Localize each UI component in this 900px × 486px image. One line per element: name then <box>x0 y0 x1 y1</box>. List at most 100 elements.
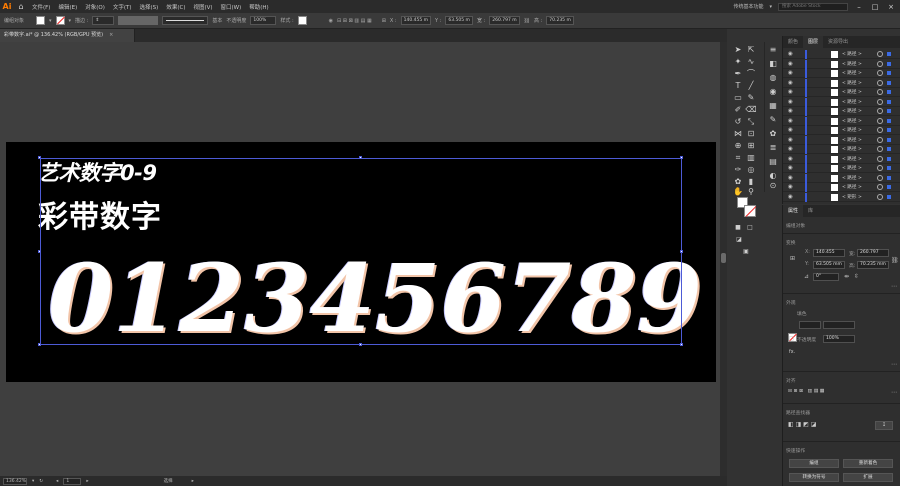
line-tool-icon[interactable]: ╱ <box>745 80 757 92</box>
layer-name[interactable]: < 路径 > <box>842 99 862 105</box>
recolor-icon[interactable]: ◉ <box>329 18 333 24</box>
layer-name[interactable]: < 路径 > <box>842 165 862 171</box>
menu-item[interactable]: 编辑(E) <box>54 3 81 11</box>
layer-row[interactable]: ◉ < 矩形 > <box>783 192 900 202</box>
visibility-eye-icon[interactable]: ◉ <box>788 165 793 171</box>
menu-item[interactable]: 选择(S) <box>136 3 163 11</box>
close-button[interactable]: × <box>886 3 896 11</box>
paintbrush-icon[interactable]: ✎ <box>745 92 757 104</box>
curvature-tool-icon[interactable]: ⌒ <box>745 68 757 80</box>
target-circle-icon[interactable] <box>877 136 883 143</box>
target-circle-icon[interactable] <box>877 89 883 95</box>
graphic-style-swatch[interactable] <box>297 16 307 25</box>
minimize-button[interactable]: – <box>854 3 864 11</box>
layer-name[interactable]: < 路径 > <box>842 108 862 114</box>
target-circle-icon[interactable] <box>877 117 883 124</box>
visibility-eye-icon[interactable]: ◉ <box>788 108 793 114</box>
link-icon[interactable]: ⛓ <box>524 18 530 24</box>
visibility-eye-icon[interactable]: ◉ <box>788 80 793 86</box>
selection-indicator[interactable] <box>887 52 891 56</box>
screen-mode-icon[interactable]: ▣ <box>740 246 752 258</box>
stroke-weight-field[interactable]: ⇕ <box>92 16 115 25</box>
selection-indicator[interactable] <box>887 194 891 199</box>
target-circle-icon[interactable] <box>877 193 883 200</box>
pen-tool-icon[interactable]: ✒ <box>732 68 744 80</box>
target-circle-icon[interactable] <box>877 146 883 152</box>
selection-indicator[interactable] <box>887 185 891 189</box>
rotate-view-icon[interactable]: ↻ <box>39 479 43 484</box>
layer-row[interactable]: ◉ < 路径 > <box>783 69 900 78</box>
layer-row[interactable]: ◉ < 路径 > <box>783 107 900 116</box>
gradient-tool-icon[interactable]: ▥ <box>745 152 757 164</box>
mesh-tool-icon[interactable]: ⌗ <box>732 152 744 164</box>
magic-wand-icon[interactable]: ✦ <box>732 56 744 68</box>
target-circle-icon[interactable] <box>877 98 883 105</box>
selection-indicator[interactable] <box>887 109 891 113</box>
selection-indicator[interactable] <box>887 80 891 85</box>
visibility-eye-icon[interactable]: ◉ <box>788 194 793 200</box>
visibility-eye-icon[interactable]: ◉ <box>788 175 793 181</box>
target-circle-icon[interactable] <box>877 165 883 171</box>
more-options-icon[interactable]: ⋯ <box>891 361 897 368</box>
appearance-panel-icon[interactable]: ⊙ <box>767 180 779 192</box>
opacity-field[interactable]: 100% <box>250 16 277 25</box>
selection-indicator[interactable] <box>887 99 891 104</box>
x-field[interactable]: 140.455 <box>813 249 845 257</box>
gradient-panel-icon[interactable]: ▤ <box>767 156 779 168</box>
layer-row[interactable]: ◉ < 路径 > <box>783 116 900 126</box>
target-circle-icon[interactable] <box>877 127 883 133</box>
selection-indicator[interactable] <box>887 118 891 123</box>
height-field[interactable]: 70.235 m <box>546 16 574 25</box>
layer-name[interactable]: < 路径 > <box>842 146 862 152</box>
layer-row[interactable]: ◉ < 路径 > <box>783 183 900 192</box>
tab-properties[interactable]: 属性 <box>783 205 804 217</box>
y-field[interactable]: 63.505 mm <box>813 261 845 269</box>
target-circle-icon[interactable] <box>877 108 883 114</box>
swatches-panel-icon[interactable]: ▦ <box>767 100 779 112</box>
layer-row[interactable]: ◉ < 路径 > <box>783 50 900 59</box>
tab-asset-export[interactable]: 资源导出 <box>823 36 853 48</box>
menu-item[interactable]: 文字(T) <box>109 3 136 11</box>
rotation-field[interactable]: 0° <box>813 273 839 281</box>
type-tool-icon[interactable]: T <box>732 80 744 92</box>
visibility-eye-icon[interactable]: ◉ <box>788 99 793 105</box>
workspace-switcher[interactable]: 传统基本功能 <box>733 3 763 10</box>
selection-indicator[interactable] <box>887 147 891 151</box>
height-field[interactable]: 70.235 mm <box>857 261 889 269</box>
stroke-weight-field[interactable] <box>799 321 821 329</box>
recolor-button[interactable]: 重新着色 <box>843 459 893 468</box>
expand-button[interactable]: 扩展 <box>843 473 893 482</box>
chevron-down-icon[interactable]: ▾ <box>49 18 52 24</box>
shape-builder-icon[interactable]: ⊕ <box>732 140 744 152</box>
eyedropper-icon[interactable]: ✑ <box>732 164 744 176</box>
layer-row[interactable]: ◉ < 路径 > <box>783 78 900 88</box>
menu-item[interactable]: 对象(O) <box>81 3 109 11</box>
blend-tool-icon[interactable]: ◎ <box>745 164 757 176</box>
tab-color[interactable]: 颜色 <box>783 36 803 48</box>
layer-row[interactable]: ◉ < 路径 > <box>783 59 900 69</box>
layer-name[interactable]: < 路径 > <box>842 89 862 95</box>
tab-layers[interactable]: 图层 <box>803 36 824 48</box>
align-icons[interactable]: ⊟ ⊞ ⊠ ▥ ▤ ▦ <box>788 389 824 394</box>
menu-item[interactable]: 窗口(W) <box>217 3 246 11</box>
convert-symbol-button[interactable]: 转换为符号 <box>789 473 839 482</box>
chevron-down-icon[interactable]: ▾ <box>32 479 34 484</box>
stock-search-input[interactable]: 搜索 Adobe Stock <box>778 2 848 11</box>
color-mode-icons[interactable]: ■ <box>732 222 744 234</box>
flip-vertical-icon[interactable]: ⇳ <box>853 273 860 280</box>
symbols-panel-icon[interactable]: ✿ <box>767 128 779 140</box>
pathfinder-icons[interactable]: ◧ ◨ ◩ ◪ <box>788 421 816 428</box>
layer-name[interactable]: < 路径 > <box>842 61 862 67</box>
target-circle-icon[interactable] <box>877 70 883 76</box>
zoom-field[interactable]: 136.42% <box>3 477 27 485</box>
width-field[interactable]: 260.797 <box>857 249 889 257</box>
selection-tool-icon[interactable]: ➤ <box>732 44 744 56</box>
visibility-eye-icon[interactable]: ◉ <box>788 89 793 95</box>
brushes-panel-icon[interactable]: ✎ <box>767 114 779 126</box>
layer-row[interactable]: ◉ < 路径 > <box>783 154 900 164</box>
visibility-eye-icon[interactable]: ◉ <box>788 156 793 162</box>
flip-horizontal-icon[interactable]: ⇹ <box>843 273 850 280</box>
fx-button[interactable]: fx. <box>789 350 795 355</box>
target-circle-icon[interactable] <box>877 155 883 162</box>
layer-name[interactable]: < 路径 > <box>842 175 862 181</box>
